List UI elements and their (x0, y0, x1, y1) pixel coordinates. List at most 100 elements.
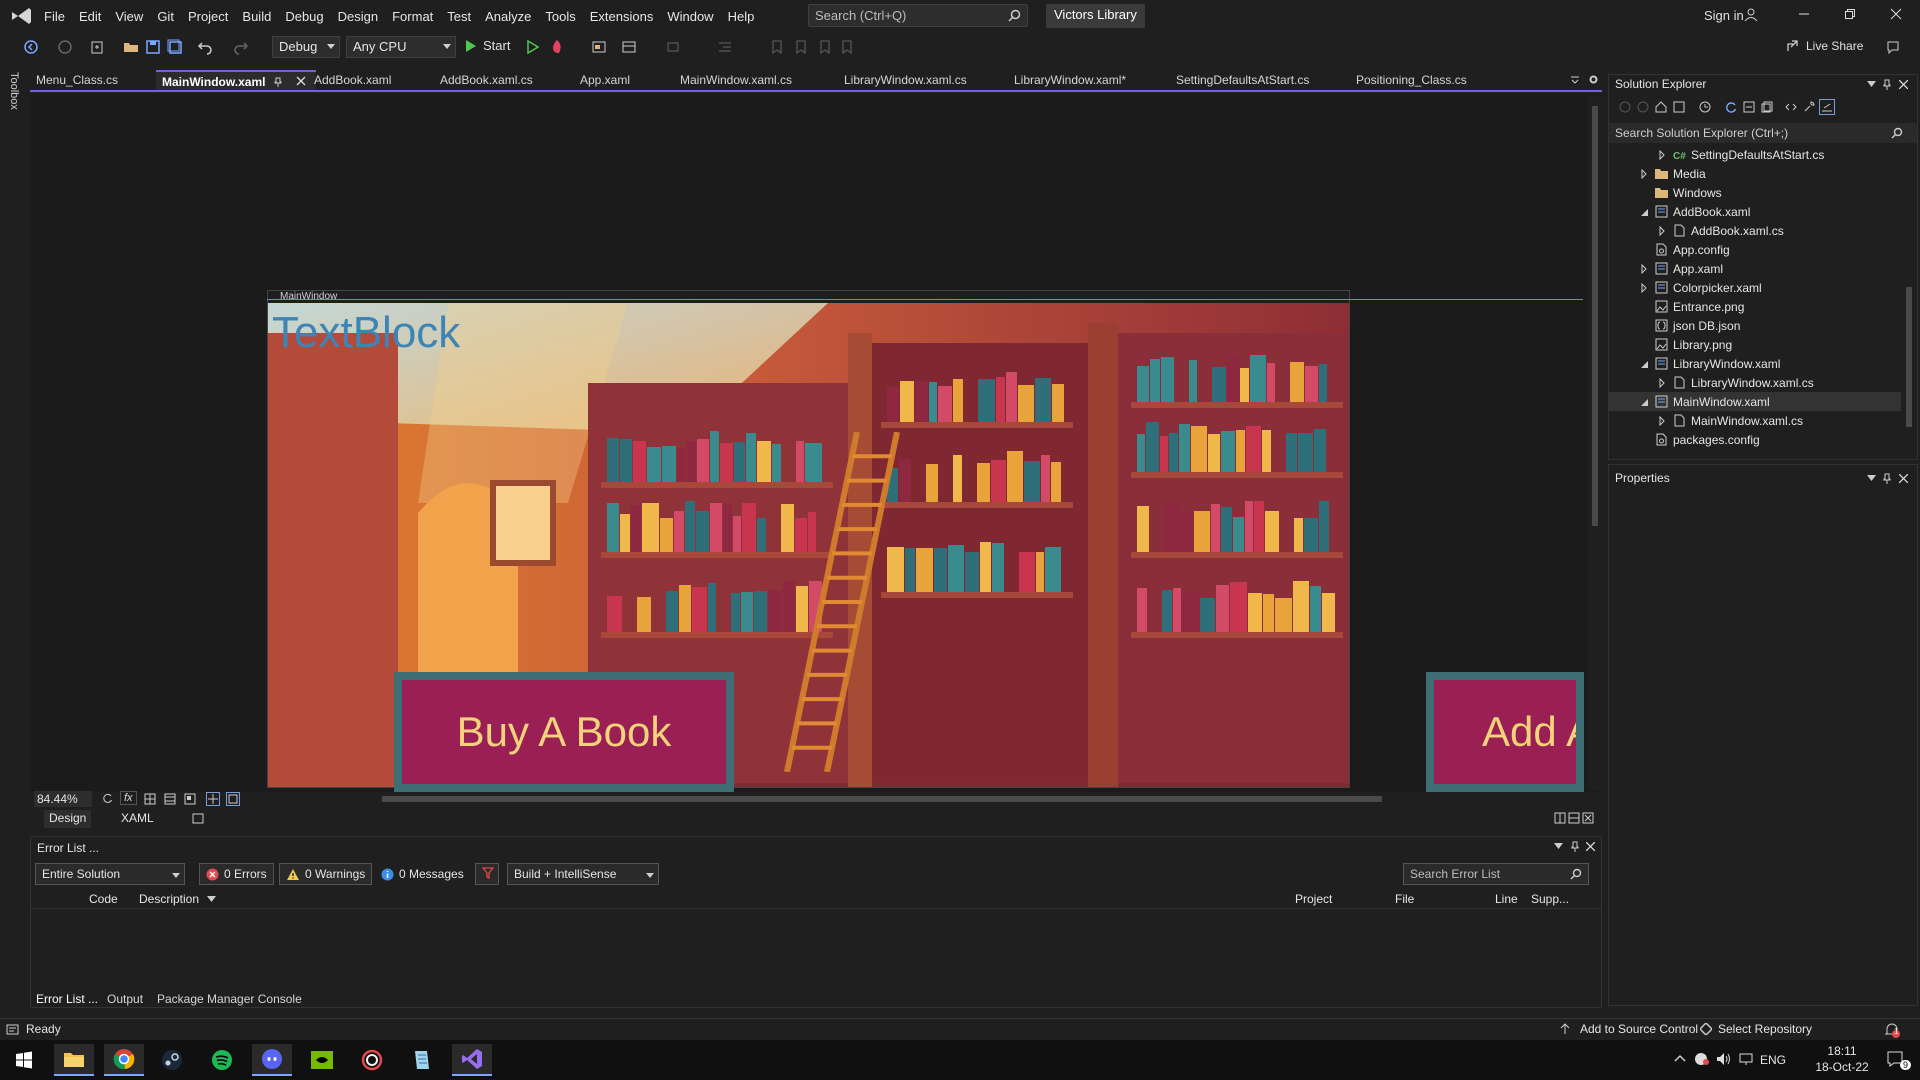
collapsed-arrow-icon[interactable] (1639, 282, 1649, 293)
effects-toggle[interactable]: fx (120, 791, 137, 805)
filter-button[interactable] (475, 863, 499, 885)
tree-item[interactable]: App.config (1609, 240, 1901, 259)
redo-icon[interactable] (232, 38, 250, 56)
platform-select[interactable]: Any CPU (346, 36, 456, 58)
tab-mainwindow-xaml[interactable]: MainWindow.xaml (156, 70, 316, 90)
language-indicator[interactable]: ENG (1760, 1053, 1786, 1067)
forward-icon[interactable] (1637, 101, 1649, 113)
minimize-icon[interactable] (1798, 8, 1810, 20)
browser-link-icon[interactable] (590, 38, 608, 56)
tab-addbook-xaml-cs[interactable]: AddBook.xaml.cs (434, 70, 539, 90)
tab-xaml[interactable]: XAML (116, 810, 159, 828)
buy-book-button[interactable]: Buy A Book (394, 672, 734, 792)
visual-studio-logo-icon[interactable] (10, 7, 32, 25)
menu-design[interactable]: Design (331, 9, 385, 24)
back-icon[interactable] (1619, 101, 1631, 113)
tree-item[interactable]: App.xaml (1609, 259, 1901, 278)
device-preview-icon[interactable] (226, 792, 240, 806)
pending-changes-icon[interactable] (1699, 101, 1711, 113)
snap-lines-icon[interactable] (206, 792, 220, 806)
start-button[interactable]: Start (464, 38, 510, 53)
chrome-icon[interactable] (104, 1044, 144, 1076)
expanded-arrow-icon[interactable] (1639, 397, 1649, 407)
collapse-pane-icon[interactable] (1582, 812, 1594, 824)
tree-item[interactable]: Windows (1609, 183, 1901, 202)
select-repository-button[interactable]: Select Repository (1718, 1022, 1812, 1036)
tab-addbook-xaml[interactable]: AddBook.xaml (308, 70, 397, 90)
tree-item[interactable]: Media (1609, 164, 1901, 183)
feedback-icon[interactable] (1884, 38, 1902, 56)
gear-icon[interactable] (1588, 74, 1599, 85)
split-horizontal-icon[interactable] (1568, 812, 1580, 824)
tree-item[interactable]: MainWindow.xaml (1609, 392, 1901, 411)
tab-menu-class-cs[interactable]: Menu_Class.cs (30, 70, 124, 90)
menu-window[interactable]: Window (660, 9, 720, 24)
new-project-icon[interactable] (88, 38, 106, 56)
open-folder-icon[interactable] (122, 38, 140, 56)
swap-panes-icon[interactable] (192, 812, 204, 824)
tray-app-icon[interactable] (1694, 1052, 1710, 1066)
file-explorer-icon[interactable] (54, 1044, 94, 1076)
back-icon[interactable] (22, 38, 40, 56)
textblock-element[interactable]: TextBlock (272, 308, 460, 358)
app-spiral-icon[interactable] (352, 1044, 392, 1076)
pin-icon[interactable] (1883, 79, 1891, 90)
menu-edit[interactable]: Edit (72, 9, 108, 24)
menu-view[interactable]: View (108, 9, 150, 24)
sort-icon[interactable] (207, 896, 216, 902)
add-book-button[interactable]: Add A (1426, 672, 1584, 792)
warnings-filter-button[interactable]: 0 Warnings (279, 863, 373, 885)
windows-start-icon[interactable] (4, 1044, 44, 1076)
clock-time[interactable]: 18:11 (1812, 1044, 1872, 1058)
tree-item[interactable]: LibraryWindow.xaml.cs (1609, 373, 1901, 392)
column-description[interactable]: Description (139, 892, 199, 906)
tree-item[interactable]: AddBook.xaml (1609, 202, 1901, 221)
tree-item[interactable]: packages.config (1609, 430, 1901, 449)
add-to-source-control-button[interactable]: Add to Source Control (1580, 1022, 1698, 1036)
preview-selected-icon[interactable] (1819, 99, 1835, 115)
bookmark-next-icon[interactable] (816, 38, 834, 56)
split-vertical-icon[interactable] (1554, 812, 1566, 824)
discord-icon[interactable] (252, 1044, 292, 1076)
messages-filter-button[interactable]: 0 Messages (375, 863, 470, 885)
view-code-icon[interactable] (1785, 101, 1797, 113)
tree-item[interactable]: Colorpicker.xaml (1609, 278, 1901, 297)
indent-icon[interactable] (716, 38, 734, 56)
scope-select[interactable]: Entire Solution (35, 863, 185, 885)
collapsed-arrow-icon[interactable] (1657, 415, 1667, 426)
tab-settingdefaultsatstart-cs[interactable]: SettingDefaultsAtStart.cs (1170, 70, 1315, 90)
account-icon[interactable] (1744, 8, 1758, 22)
collapsed-arrow-icon[interactable] (1657, 225, 1667, 236)
expanded-arrow-icon[interactable] (1639, 359, 1649, 369)
hot-reload-icon[interactable] (548, 38, 566, 56)
refresh-icon[interactable] (102, 793, 113, 804)
save-all-icon[interactable] (166, 38, 184, 56)
nvidia-icon[interactable] (302, 1044, 342, 1076)
column-project[interactable]: Project (1295, 892, 1332, 906)
close-tab-icon[interactable] (296, 76, 306, 86)
tab-positioning-class-cs[interactable]: Positioning_Class.cs (1350, 70, 1473, 90)
notepad-icon[interactable] (402, 1044, 442, 1076)
chevron-down-icon[interactable] (1867, 475, 1876, 481)
steam-icon[interactable] (152, 1044, 192, 1076)
collapsed-arrow-icon[interactable] (1639, 263, 1649, 274)
tree-scrollbar[interactable] (1903, 147, 1915, 455)
bookmark-prev-icon[interactable] (792, 38, 810, 56)
tree-item[interactable]: Library.png (1609, 335, 1901, 354)
search-input[interactable]: Search (Ctrl+Q) (808, 4, 1028, 27)
column-suppression[interactable]: Supp... (1531, 892, 1569, 906)
menu-format[interactable]: Format (385, 9, 440, 24)
tab-design[interactable]: Design (44, 810, 92, 828)
properties-wrench-icon[interactable] (1803, 101, 1815, 113)
save-icon[interactable] (144, 38, 162, 56)
toolbox-strip[interactable]: Toolbox (0, 62, 28, 1022)
horizontal-scrollbar[interactable] (262, 792, 1582, 806)
artboard-icon[interactable] (164, 793, 176, 805)
output-status-icon[interactable] (6, 1023, 19, 1036)
home-icon[interactable] (1655, 101, 1667, 113)
close-icon[interactable] (1586, 842, 1595, 851)
tab-mainwindow-xaml-cs[interactable]: MainWindow.xaml.cs (674, 70, 798, 90)
live-share-button[interactable]: Live Share (1786, 39, 1863, 53)
tree-item[interactable]: AddBook.xaml.cs (1609, 221, 1901, 240)
align-icon[interactable] (664, 38, 682, 56)
